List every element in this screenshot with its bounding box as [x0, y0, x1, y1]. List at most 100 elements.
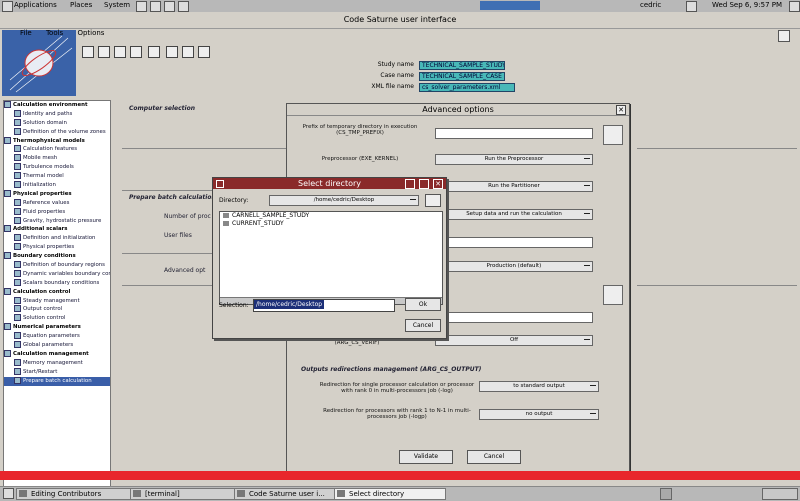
tree-item[interactable]: Output control — [4, 305, 110, 314]
page-icon — [14, 367, 21, 375]
quit-icon[interactable] — [198, 46, 210, 58]
view-icon[interactable] — [182, 46, 194, 58]
page-icon — [14, 145, 21, 153]
browse-folder-icon[interactable] — [603, 125, 623, 145]
gnome-foot-icon[interactable] — [2, 1, 13, 12]
tree-category[interactable]: Physical properties — [4, 189, 110, 199]
tree-category[interactable]: Calculation control — [4, 287, 110, 297]
tree-category[interactable]: Calculation environment — [4, 101, 110, 110]
taskbar-item[interactable]: [terminal] — [130, 488, 244, 500]
close-icon[interactable]: ✕ — [616, 105, 626, 115]
production-select[interactable]: Production (default) — [435, 261, 593, 272]
debug-field[interactable] — [435, 312, 593, 323]
single-proc-select[interactable]: to standard output — [479, 381, 599, 392]
tree-category[interactable]: Additional scalars — [4, 225, 110, 234]
show-desktop-icon[interactable] — [3, 488, 14, 499]
tree-item[interactable]: Dynamic variables boundary conditions — [4, 269, 110, 279]
select-directory-title-bar[interactable]: Select directory ✕ — [213, 178, 446, 189]
cancel-button[interactable]: Cancel — [405, 319, 441, 332]
tree-item[interactable]: Calculation features — [4, 145, 110, 154]
mail-launcher-icon[interactable] — [150, 1, 161, 12]
volume-icon[interactable] — [686, 1, 697, 12]
tree-category[interactable]: Numerical parameters — [4, 323, 110, 332]
save-as-icon[interactable] — [130, 46, 142, 58]
menu-options[interactable]: Options — [77, 29, 104, 37]
tree-item[interactable]: Turbulence models — [4, 163, 110, 172]
tree-item[interactable]: Definition of boundary regions — [4, 261, 110, 270]
whats-this-icon[interactable] — [778, 30, 790, 42]
cancel-button[interactable]: Cancel — [467, 450, 521, 464]
ok-button[interactable]: Ok — [405, 298, 441, 311]
advanced-options-title-bar[interactable]: Advanced options ✕ — [287, 104, 629, 116]
valgrind-select[interactable]: Off — [435, 335, 593, 346]
tree-item[interactable]: Identity and paths — [4, 109, 110, 119]
folder-icon — [223, 221, 229, 226]
tree-item[interactable]: Start/Restart — [4, 367, 110, 377]
navigation-tree[interactable]: Calculation environment Identity and path… — [3, 100, 111, 488]
tree-item[interactable]: Definition and initialization — [4, 234, 110, 243]
tree-item[interactable]: Memory management — [4, 358, 110, 368]
menu-file[interactable]: File — [20, 29, 32, 37]
places-menu[interactable]: Places — [70, 1, 92, 9]
tree-item[interactable]: Solution domain — [4, 118, 110, 128]
applications-menu[interactable]: Applications — [14, 1, 57, 9]
validate-button[interactable]: Validate — [399, 450, 453, 464]
minimize-icon[interactable] — [405, 179, 415, 189]
tree-item[interactable]: Global parameters — [4, 341, 110, 350]
tree-item[interactable]: Physical properties — [4, 243, 110, 252]
tree-item[interactable]: Initialization — [4, 181, 110, 190]
tree-category[interactable]: Calculation management — [4, 349, 110, 359]
options-field[interactable] — [435, 237, 593, 248]
tree-item[interactable]: Reference values — [4, 198, 110, 208]
taskbar-item[interactable]: Code Saturne user i... — [234, 488, 346, 500]
directory-list[interactable]: CARNELL_SAMPLE_STUDY CURRENT_STUDY — [219, 211, 443, 305]
trash-icon[interactable] — [762, 488, 798, 500]
taskbar-item[interactable]: Select directory — [334, 488, 446, 500]
app-title-bar[interactable]: Code Saturne user interface — [0, 12, 800, 29]
directory-select[interactable]: /home/cedric/Desktop — [269, 195, 419, 206]
taskbar-item[interactable]: Editing Contributors — [16, 488, 140, 500]
tree-item[interactable]: Gravity, hydrostatic pressure — [4, 216, 110, 226]
page-icon — [14, 332, 21, 340]
tree-item[interactable]: Thermal model — [4, 172, 110, 181]
workspace-area[interactable] — [480, 1, 540, 10]
tree-item[interactable]: Mobile mesh — [4, 154, 110, 163]
tree-item[interactable]: Fluid properties — [4, 207, 110, 217]
menu-tools[interactable]: Tools — [46, 29, 63, 37]
tree-category[interactable]: Boundary conditions — [4, 252, 110, 261]
save-file-icon[interactable] — [114, 46, 126, 58]
partitioner-select[interactable]: Run the Partitioner — [435, 181, 593, 192]
new-file-icon[interactable] — [82, 46, 94, 58]
tree-item[interactable]: Definition of the volume zones — [4, 127, 110, 137]
terminal-launcher-icon[interactable] — [178, 1, 189, 12]
parent-folder-icon[interactable] — [425, 194, 441, 207]
tree-item-label: Steady management — [23, 297, 80, 304]
tree-item[interactable]: Prepare batch calculation — [4, 376, 110, 386]
tree-item[interactable]: Solution control — [4, 314, 110, 323]
close-icon[interactable]: ✕ — [433, 179, 443, 189]
advanced-options-title: Advanced options — [422, 105, 494, 114]
user-name[interactable]: cedric — [640, 1, 661, 9]
open-file-icon[interactable] — [98, 46, 110, 58]
list-item[interactable]: CURRENT_STUDY — [220, 220, 442, 228]
tmp-prefix-field[interactable] — [435, 128, 593, 139]
multi-proc-select[interactable]: no output — [479, 409, 599, 420]
run-icon[interactable] — [148, 46, 160, 58]
help-launcher-icon[interactable] — [164, 1, 175, 12]
browser-launcher-icon[interactable] — [136, 1, 147, 12]
tree-item[interactable]: Equation parameters — [4, 332, 110, 341]
selection-input[interactable]: /home/cedric/Desktop — [253, 299, 395, 312]
list-item[interactable]: CARNELL_SAMPLE_STUDY — [220, 212, 442, 220]
browse-folder-icon[interactable] — [603, 285, 623, 305]
tree-item[interactable]: Steady management — [4, 296, 110, 306]
preprocessor-select[interactable]: Run the Preprocessor — [435, 154, 593, 165]
tree-item[interactable]: Scalars boundary conditions — [4, 278, 110, 288]
tree-category[interactable]: Thermophysical models — [4, 136, 110, 146]
workspace-switcher[interactable] — [660, 488, 672, 500]
system-menu[interactable]: System — [104, 1, 130, 9]
power-icon[interactable] — [789, 1, 800, 12]
kernel-select[interactable]: Setup data and run the calculation — [435, 209, 593, 220]
browse-icon[interactable] — [166, 46, 178, 58]
clock[interactable]: Wed Sep 6, 9:57 PM — [712, 1, 782, 9]
maximize-icon[interactable] — [419, 179, 429, 189]
